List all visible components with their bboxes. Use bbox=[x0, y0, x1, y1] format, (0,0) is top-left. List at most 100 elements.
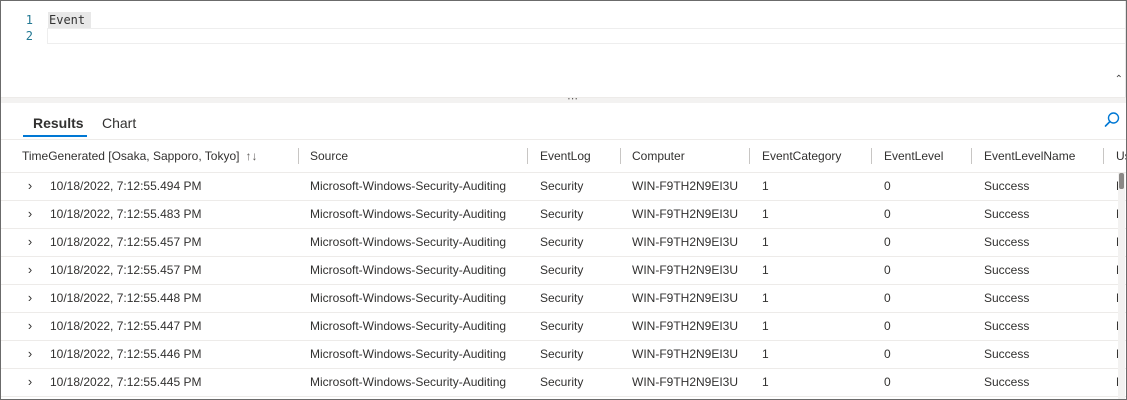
column-header-computer[interactable]: Computer bbox=[632, 140, 744, 172]
column-header-eventlevel[interactable]: EventLevel bbox=[884, 140, 979, 172]
table-cell: Security bbox=[540, 235, 584, 249]
expand-row-icon[interactable]: › bbox=[25, 257, 35, 284]
table-scrollbar[interactable] bbox=[1118, 173, 1125, 399]
table-cell: Success bbox=[984, 375, 1030, 389]
table-cell: 1 bbox=[762, 207, 769, 221]
table-cell: 1 bbox=[762, 375, 769, 389]
table-cell: Microsoft-Windows-Security-Auditing bbox=[310, 207, 507, 221]
table-body: › 10/18/2022, 7:12:55.494 PM Microsoft-Win… bbox=[1, 173, 1126, 397]
table-cell: Security bbox=[540, 207, 584, 221]
table-cell: 10/18/2022, 7:12:55.448 PM bbox=[50, 291, 202, 305]
column-divider[interactable] bbox=[971, 148, 972, 164]
column-header-source[interactable]: Source bbox=[310, 140, 522, 172]
table-header: TimeGenerated [Osaka, Sapporo, Tokyo] ↑↓ … bbox=[1, 140, 1126, 173]
table-cell: Security bbox=[540, 375, 584, 389]
table-cell: 1 bbox=[762, 291, 769, 305]
table-cell: Microsoft-Windows-Security-Auditing bbox=[310, 179, 507, 193]
table-cell: 0 bbox=[884, 263, 891, 277]
table-row[interactable]: › 10/18/2022, 7:12:55.448 PM Microsoft-Win… bbox=[1, 285, 1126, 313]
table-cell: Success bbox=[984, 347, 1030, 361]
table-cell: 10/18/2022, 7:12:55.494 PM bbox=[50, 179, 202, 193]
line-number: 1 bbox=[25, 13, 33, 27]
table-cell: 10/18/2022, 7:12:55.483 PM bbox=[50, 207, 202, 221]
query-editor[interactable]: 1 Event 2 ⌃ bbox=[1, 1, 1126, 97]
table-cell: Success bbox=[984, 179, 1030, 193]
column-divider[interactable] bbox=[298, 148, 299, 164]
table-cell: Security bbox=[540, 291, 584, 305]
table-cell: 0 bbox=[884, 179, 891, 193]
query-window: 1 Event 2 ⌃ ⋯ Results Chart TimeGenerate… bbox=[0, 0, 1127, 400]
expand-row-icon[interactable]: › bbox=[25, 313, 35, 340]
table-cell: Security bbox=[540, 263, 584, 277]
table-cell: 1 bbox=[762, 235, 769, 249]
table-cell: 1 bbox=[762, 263, 769, 277]
table-cell: 10/18/2022, 7:12:55.446 PM bbox=[50, 347, 202, 361]
collapse-editor-icon[interactable]: ⌃ bbox=[1115, 75, 1123, 85]
query-text[interactable]: Event bbox=[48, 12, 92, 28]
column-header-eventlevelname[interactable]: EventLevelName bbox=[984, 140, 1094, 172]
table-row[interactable]: › 10/18/2022, 7:12:55.457 PM Microsoft-Win… bbox=[1, 257, 1126, 285]
table-cell: Microsoft-Windows-Security-Auditing bbox=[310, 319, 507, 333]
column-header-eventcategory[interactable]: EventCategory bbox=[762, 140, 867, 172]
table-cell: Security bbox=[540, 347, 584, 361]
table-cell: WIN-F9TH2N9EI3U bbox=[632, 235, 739, 249]
table-cell: 1 bbox=[762, 319, 769, 333]
table-cell: WIN-F9TH2N9EI3U bbox=[632, 375, 739, 389]
editor-scrollbar[interactable] bbox=[1125, 1, 1126, 97]
expand-row-icon[interactable]: › bbox=[25, 341, 35, 368]
tab-results[interactable]: Results bbox=[33, 114, 84, 132]
table-cell: 10/18/2022, 7:12:55.447 PM bbox=[50, 319, 202, 333]
table-cell: WIN-F9TH2N9EI3U bbox=[632, 207, 739, 221]
column-divider[interactable] bbox=[1103, 148, 1104, 164]
table-row[interactable]: › 10/18/2022, 7:12:55.447 PM Microsoft-Win… bbox=[1, 313, 1126, 341]
search-icon[interactable] bbox=[1103, 111, 1121, 129]
table-cell: WIN-F9TH2N9EI3U bbox=[632, 347, 739, 361]
active-tab-indicator bbox=[23, 135, 87, 137]
table-row[interactable]: › 10/18/2022, 7:12:55.445 PM Microsoft-Win… bbox=[1, 369, 1126, 397]
editor-line[interactable]: 1 Event bbox=[1, 12, 1126, 28]
results-table: TimeGenerated [Osaka, Sapporo, Tokyo] ↑↓ … bbox=[1, 140, 1126, 399]
sort-icon[interactable]: ↑↓ bbox=[245, 149, 257, 163]
column-header-username[interactable]: Us bbox=[1116, 140, 1126, 172]
table-cell: Success bbox=[984, 263, 1030, 277]
table-cell: Security bbox=[540, 179, 584, 193]
table-cell: Microsoft-Windows-Security-Auditing bbox=[310, 235, 507, 249]
table-row[interactable]: › 10/18/2022, 7:12:55.457 PM Microsoft-Win… bbox=[1, 229, 1126, 257]
expand-row-icon[interactable]: › bbox=[25, 173, 35, 200]
table-cell: Microsoft-Windows-Security-Auditing bbox=[310, 375, 507, 389]
table-cell: 10/18/2022, 7:12:55.457 PM bbox=[50, 263, 202, 277]
table-row[interactable]: › 10/18/2022, 7:12:55.494 PM Microsoft-Win… bbox=[1, 173, 1126, 201]
table-row[interactable]: › 10/18/2022, 7:12:55.483 PM Microsoft-Win… bbox=[1, 201, 1126, 229]
column-divider[interactable] bbox=[527, 148, 528, 164]
column-divider[interactable] bbox=[871, 148, 872, 164]
line-number: 2 bbox=[25, 29, 33, 43]
editor-line[interactable]: 2 bbox=[1, 28, 1126, 44]
column-header-timegenerated[interactable]: TimeGenerated [Osaka, Sapporo, Tokyo] ↑↓ bbox=[22, 140, 292, 172]
expand-row-icon[interactable]: › bbox=[25, 201, 35, 228]
tab-chart[interactable]: Chart bbox=[102, 114, 136, 132]
table-cell: 1 bbox=[762, 179, 769, 193]
table-cell: 0 bbox=[884, 375, 891, 389]
table-cell: Microsoft-Windows-Security-Auditing bbox=[310, 263, 507, 277]
expand-row-icon[interactable]: › bbox=[25, 369, 35, 396]
table-cell: 0 bbox=[884, 347, 891, 361]
table-cell: WIN-F9TH2N9EI3U bbox=[632, 179, 739, 193]
column-divider[interactable] bbox=[749, 148, 750, 164]
table-cell: Success bbox=[984, 291, 1030, 305]
expand-row-icon[interactable]: › bbox=[25, 285, 35, 312]
table-cell: 0 bbox=[884, 207, 891, 221]
column-divider[interactable] bbox=[620, 148, 621, 164]
table-cell: Microsoft-Windows-Security-Auditing bbox=[310, 347, 507, 361]
table-cell: Security bbox=[540, 319, 584, 333]
table-cell: WIN-F9TH2N9EI3U bbox=[632, 319, 739, 333]
table-cell: Microsoft-Windows-Security-Auditing bbox=[310, 291, 507, 305]
table-cell: 0 bbox=[884, 235, 891, 249]
scrollbar-thumb[interactable] bbox=[1119, 173, 1124, 189]
expand-row-icon[interactable]: › bbox=[25, 229, 35, 256]
results-tabs: Results Chart bbox=[1, 103, 1126, 140]
table-row[interactable]: › 10/18/2022, 7:12:55.446 PM Microsoft-Win… bbox=[1, 341, 1126, 369]
table-cell: 1 bbox=[762, 347, 769, 361]
table-cell: 0 bbox=[884, 291, 891, 305]
column-header-eventlog[interactable]: EventLog bbox=[540, 140, 615, 172]
column-header-label: TimeGenerated [Osaka, Sapporo, Tokyo] bbox=[22, 149, 240, 163]
